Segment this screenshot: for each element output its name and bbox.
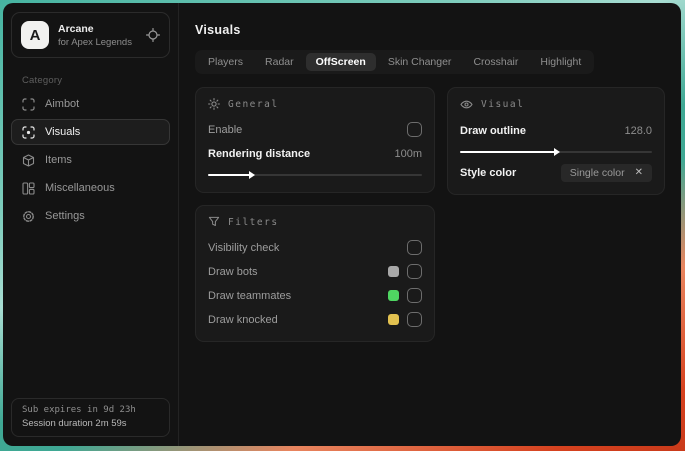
- filters-panel: Filters Visibility check Draw bots Draw …: [195, 205, 435, 342]
- tab-highlight[interactable]: Highlight: [530, 53, 591, 71]
- rendering-distance-value: 100m: [394, 147, 422, 160]
- brand-name: Arcane: [58, 22, 94, 35]
- general-panel-title: General: [228, 98, 279, 110]
- general-panel-header: General: [208, 98, 422, 110]
- tab-players[interactable]: Players: [198, 53, 253, 71]
- general-panel: General Enable Rendering distance 100m: [195, 87, 435, 193]
- enable-row: Enable: [208, 119, 422, 140]
- layout-grid-icon: [22, 181, 35, 195]
- rendering-distance-slider[interactable]: [208, 171, 422, 179]
- tab-skin-changer[interactable]: Skin Changer: [378, 53, 462, 71]
- sidebar-item-items[interactable]: Items: [11, 147, 170, 173]
- package-icon: [22, 153, 35, 167]
- draw-knocked-label: Draw knocked: [208, 313, 278, 326]
- sidebar-item-aimbot[interactable]: Aimbot: [11, 91, 170, 117]
- draw-outline-value: 128.0: [624, 124, 652, 137]
- tab-offscreen[interactable]: OffScreen: [305, 53, 376, 71]
- draw-outline-row: Draw outline 128.0: [460, 120, 652, 141]
- session-duration-text: Session duration 2m 59s: [22, 418, 127, 429]
- visibility-check-label: Visibility check: [208, 241, 280, 254]
- sun-icon: [208, 98, 220, 110]
- draw-teammates-checkbox[interactable]: [407, 288, 422, 303]
- tab-radar[interactable]: Radar: [255, 53, 304, 71]
- style-color-selected-value: Single color: [569, 166, 625, 179]
- sub-expires-text: Sub expires in 9d 23h: [22, 405, 136, 415]
- category-label: Category: [22, 75, 63, 86]
- app-window: A Arcane for Apex Legends Category Aimbo…: [3, 3, 681, 446]
- page-title: Visuals: [195, 23, 241, 37]
- sidebar-item-miscellaneous[interactable]: Miscellaneous: [11, 175, 170, 201]
- funnel-icon: [208, 216, 220, 228]
- brand-logo: A: [21, 21, 49, 49]
- style-color-label: Style color: [460, 166, 517, 179]
- visual-panel: Visual Draw outline 128.0 Style color Si…: [447, 87, 665, 195]
- main-area: Visuals Players Radar OffScreen Skin Cha…: [179, 3, 681, 446]
- style-color-select[interactable]: Single color ✕: [560, 163, 652, 182]
- visibility-check-row: Visibility check: [208, 237, 422, 258]
- rendering-distance-label: Rendering distance: [208, 147, 311, 160]
- content: General Enable Rendering distance 100m F…: [195, 87, 665, 342]
- rendering-distance-row: Rendering distance 100m: [208, 143, 422, 164]
- draw-bots-checkbox[interactable]: [407, 264, 422, 279]
- visual-panel-header: Visual: [460, 98, 652, 111]
- draw-outline-label: Draw outline: [460, 124, 527, 137]
- close-icon[interactable]: ✕: [635, 167, 643, 178]
- tab-crosshair[interactable]: Crosshair: [463, 53, 528, 71]
- visibility-check-checkbox[interactable]: [407, 240, 422, 255]
- slider-fill: [208, 171, 255, 179]
- sidebar-nav: Aimbot Visuals Items Miscellaneous Setti…: [3, 91, 178, 229]
- crosshair-frame-icon: [22, 97, 35, 111]
- style-color-row: Style color Single color ✕: [460, 162, 652, 183]
- visual-panel-title: Visual: [481, 99, 525, 110]
- draw-teammates-row: Draw teammates: [208, 285, 422, 306]
- draw-bots-row: Draw bots: [208, 261, 422, 282]
- sidebar-item-label: Aimbot: [45, 98, 80, 110]
- session-card: Sub expires in 9d 23h Session duration 2…: [11, 398, 170, 437]
- draw-bots-color-swatch[interactable]: [388, 266, 399, 277]
- sidebar-item-label: Miscellaneous: [45, 182, 115, 194]
- right-column: Visual Draw outline 128.0 Style color Si…: [447, 87, 665, 195]
- draw-knocked-color-swatch[interactable]: [388, 314, 399, 325]
- eye-icon: [460, 98, 473, 111]
- sidebar-item-label: Visuals: [45, 126, 81, 138]
- gear-icon: [22, 210, 35, 223]
- sidebar: A Arcane for Apex Legends Category Aimbo…: [3, 3, 179, 446]
- brand-text: Arcane for Apex Legends: [58, 23, 132, 48]
- sidebar-item-label: Items: [45, 154, 72, 166]
- enable-checkbox[interactable]: [407, 122, 422, 137]
- sidebar-item-label: Settings: [45, 210, 85, 222]
- slider-fill: [460, 148, 560, 156]
- enable-label: Enable: [208, 123, 243, 136]
- brand-subtitle: for Apex Legends: [58, 36, 132, 48]
- filters-panel-header: Filters: [208, 216, 422, 228]
- draw-bots-label: Draw bots: [208, 265, 258, 278]
- draw-outline-slider[interactable]: [460, 148, 652, 156]
- draw-knocked-checkbox[interactable]: [407, 312, 422, 327]
- left-column: General Enable Rendering distance 100m F…: [195, 87, 435, 342]
- draw-teammates-label: Draw teammates: [208, 289, 292, 302]
- brand-card: A Arcane for Apex Legends: [11, 12, 170, 58]
- filters-panel-title: Filters: [228, 216, 279, 228]
- draw-teammates-color-swatch[interactable]: [388, 290, 399, 301]
- draw-knocked-row: Draw knocked: [208, 309, 422, 330]
- scan-eye-icon: [22, 125, 35, 139]
- sidebar-item-settings[interactable]: Settings: [11, 203, 170, 229]
- target-icon[interactable]: [146, 28, 160, 42]
- tab-bar: Players Radar OffScreen Skin Changer Cro…: [195, 50, 595, 74]
- sidebar-item-visuals[interactable]: Visuals: [11, 119, 170, 145]
